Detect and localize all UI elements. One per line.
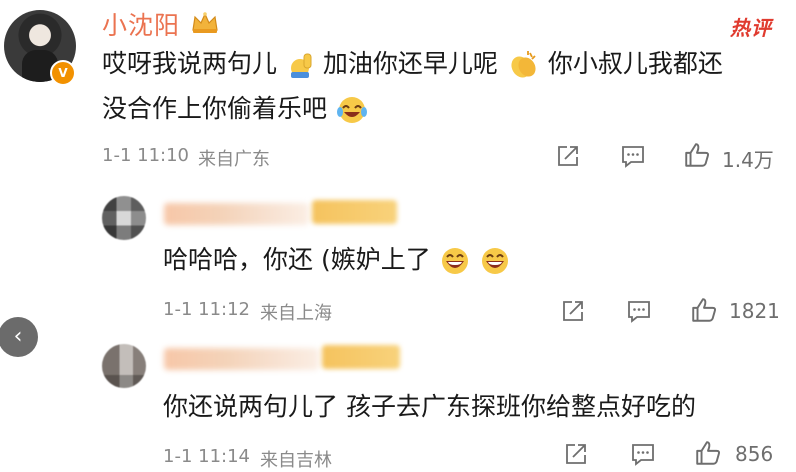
reply-text: 哈哈哈，你还 (嫉妒上了 — [163, 238, 511, 282]
comment-time: 1-1 11:10 — [102, 145, 189, 166]
reply-badge-blurred — [322, 345, 400, 369]
comment-text-part-2: 加油你还早儿呢 — [322, 49, 498, 78]
reply-username-blurred[interactable] — [164, 348, 319, 370]
reply-badge-blurred — [312, 200, 397, 224]
avatar[interactable] — [102, 196, 146, 240]
reply-text: 你还说两句儿了 孩子去广东探班你给整点好吃的 — [163, 392, 696, 421]
comment-text-part-1: 哎呀我说两句儿 — [102, 49, 278, 78]
raise-hand-emoji-icon — [290, 53, 312, 78]
comment-icon[interactable] — [620, 143, 646, 169]
verified-badge: V — [50, 60, 76, 86]
username[interactable]: 小沈阳 — [102, 6, 180, 42]
comment-text-line-2: 没合作上你偷着乐吧 — [102, 87, 369, 131]
like-icon[interactable] — [683, 141, 711, 169]
crown-icon — [192, 12, 218, 33]
like-count: 1.4万 — [722, 148, 774, 172]
comment-text: 哎呀我说两句儿 加油你还早儿呢 你小叔儿我都还 — [102, 42, 723, 86]
comment-icon[interactable] — [626, 298, 652, 324]
clap-emoji-icon — [511, 51, 536, 78]
reply-location: 来自上海 — [260, 303, 332, 324]
share-icon[interactable] — [560, 298, 586, 324]
comment-icon[interactable] — [630, 441, 656, 467]
grin-emoji-icon — [441, 248, 468, 274]
reply-location: 来自吉林 — [260, 450, 332, 471]
like-count: 1821 — [729, 299, 780, 323]
comment-text-part-3: 你小叔儿我都还 — [547, 49, 723, 78]
reply-time: 1-1 11:14 — [163, 446, 250, 467]
laugh-cry-emoji-icon — [336, 97, 367, 123]
reply-time: 1-1 11:12 — [163, 299, 250, 320]
like-count: 856 — [735, 442, 774, 466]
grin-emoji-icon — [481, 248, 508, 274]
share-icon[interactable] — [555, 143, 581, 169]
reply-username-blurred[interactable] — [164, 203, 309, 225]
like-icon[interactable] — [694, 439, 722, 467]
share-icon[interactable] — [563, 441, 589, 467]
comment-location: 来自广东 — [198, 149, 270, 170]
chevron-left-icon[interactable]: ‹ — [0, 317, 38, 357]
hot-comment-badge: 热评 — [730, 16, 772, 40]
avatar[interactable] — [102, 344, 146, 388]
like-icon[interactable] — [690, 296, 718, 324]
